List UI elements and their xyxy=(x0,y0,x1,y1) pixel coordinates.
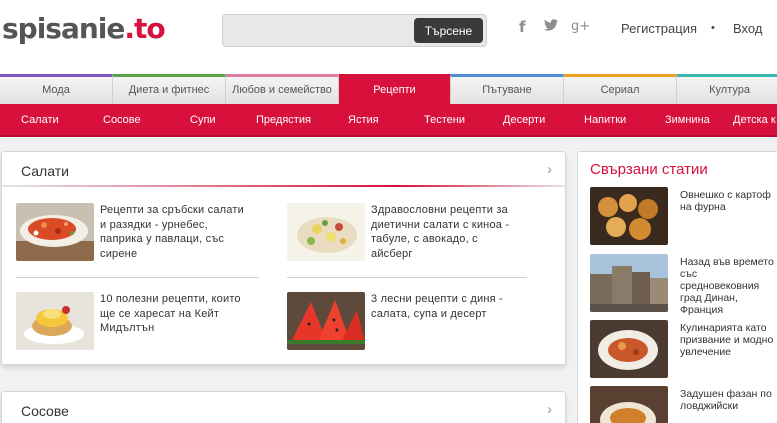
tab-series[interactable]: Сериал xyxy=(564,74,677,104)
article-divider xyxy=(16,277,259,278)
tab-label: Култура xyxy=(709,84,750,96)
facebook-icon[interactable]: f xyxy=(519,18,526,36)
related-item-title[interactable]: Задушен фазан по ловджийски xyxy=(680,388,777,412)
tab-diet-fitness[interactable]: Диета и фитнес xyxy=(113,74,226,104)
logo-suffix: .to xyxy=(124,12,165,45)
subnav-starters[interactable]: Предястия xyxy=(256,104,311,137)
culinary-dish-icon[interactable] xyxy=(590,320,668,378)
tab-recipes[interactable]: Рецепти xyxy=(339,74,451,104)
tab-love-family[interactable]: Любов и семейство xyxy=(226,74,339,104)
subnav-kids[interactable]: Детска к xyxy=(733,104,776,137)
subnav-sauces[interactable]: Сосове xyxy=(103,104,141,137)
site-header: spisanie.to Търсене f g+ Регистрация • В… xyxy=(0,0,777,74)
related-articles: Свързани статии Овнешко с картоф на фурн… xyxy=(577,151,777,423)
auth-separator: • xyxy=(711,22,715,34)
chevron-right-icon[interactable]: › xyxy=(547,401,552,418)
article-title[interactable]: Здравословни рецепти за диетични салати … xyxy=(371,203,509,261)
article-item[interactable]: 10 полезни рецепти, които ще се харесат … xyxy=(16,292,266,352)
related-item-title[interactable]: Кулинарията като призвание и модно увлеч… xyxy=(680,322,777,358)
sauces-card: Сосове › xyxy=(1,391,566,423)
article-divider xyxy=(287,277,527,278)
salad-serbian-icon[interactable] xyxy=(16,203,94,261)
subnav-desserts[interactable]: Десерти xyxy=(503,104,545,137)
subnav-pastry[interactable]: Тестени xyxy=(424,104,465,137)
logo-text: spisanie xyxy=(2,12,125,45)
article-item[interactable]: Здравословни рецепти за диетични салати … xyxy=(287,203,547,263)
subnav-drinks[interactable]: Напитки xyxy=(584,104,626,137)
search-box: Търсене xyxy=(222,14,487,47)
tab-label: Любов и семейство xyxy=(232,84,332,96)
tab-culture[interactable]: Култура xyxy=(677,74,777,104)
article-item[interactable]: 3 лесни рецепти с диня - салата, супа и … xyxy=(287,292,547,352)
tab-label: Рецепти xyxy=(373,84,416,96)
subnav-preserves[interactable]: Зимнина xyxy=(665,104,710,137)
article-item[interactable]: Рецепти за сръбски салати и разядки - ур… xyxy=(16,203,266,263)
related-item-title[interactable]: Овнешко с картоф на фурна xyxy=(680,189,777,213)
card-title[interactable]: Салати xyxy=(21,163,69,179)
related-title: Свързани статии xyxy=(590,161,708,178)
card-divider xyxy=(2,185,567,187)
category-bar: Мода Диета и фитнес Любов и семейство Ре… xyxy=(0,74,777,104)
medieval-town-icon[interactable] xyxy=(590,254,668,312)
tab-label: Диета и фитнес xyxy=(128,84,210,96)
card-title[interactable]: Сосове xyxy=(21,403,69,419)
subnav-dishes[interactable]: Ястия xyxy=(348,104,379,137)
article-title[interactable]: 10 полезни рецепти, които ще се харесат … xyxy=(100,292,241,336)
subnav-salads[interactable]: Салати xyxy=(21,104,59,137)
site-logo[interactable]: spisanie.to xyxy=(2,12,166,45)
twitter-icon[interactable] xyxy=(544,19,558,31)
tab-fashion[interactable]: Мода xyxy=(0,74,113,104)
recipes-subnav: Салати Сосове Супи Предястия Ястия Тесте… xyxy=(0,104,777,137)
watermelon-icon[interactable] xyxy=(287,292,365,350)
salads-card: Салати › Рецепти за сръбски салати и раз… xyxy=(1,151,567,365)
chevron-right-icon[interactable]: › xyxy=(547,161,552,178)
tab-travel[interactable]: Пътуване xyxy=(451,74,564,104)
pheasant-dish-icon[interactable] xyxy=(590,386,668,423)
login-link[interactable]: Вход xyxy=(733,21,762,36)
tab-label: Мода xyxy=(42,84,70,96)
article-title[interactable]: 3 лесни рецепти с диня - салата, супа и … xyxy=(371,292,503,321)
related-item-title[interactable]: Назад във времето със средновековния гра… xyxy=(680,256,777,316)
search-input[interactable] xyxy=(229,19,409,43)
article-title[interactable]: Рецепти за сръбски салати и разядки - ур… xyxy=(100,203,244,261)
tab-label: Сериал xyxy=(600,84,640,96)
eggs-benedict-icon[interactable] xyxy=(16,292,94,350)
googleplus-icon[interactable]: g+ xyxy=(571,19,590,34)
tab-label: Пътуване xyxy=(482,84,532,96)
subnav-soups[interactable]: Супи xyxy=(190,104,216,137)
salad-quinoa-icon[interactable] xyxy=(287,203,365,261)
lamb-potatoes-icon[interactable] xyxy=(590,187,668,245)
search-button[interactable]: Търсене xyxy=(414,18,483,43)
register-link[interactable]: Регистрация xyxy=(621,21,697,36)
